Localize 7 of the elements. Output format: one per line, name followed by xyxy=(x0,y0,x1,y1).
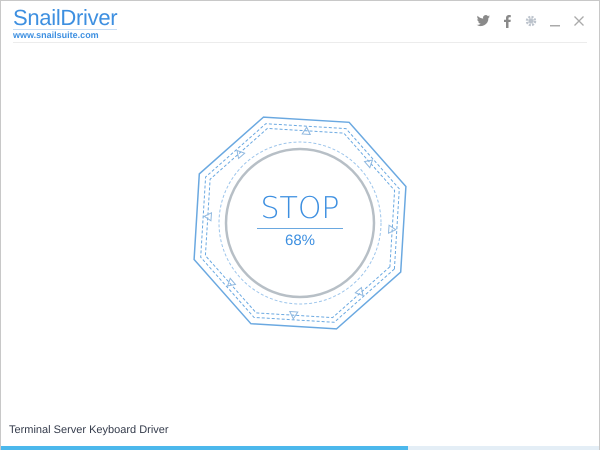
stop-button[interactable]: STOP xyxy=(256,192,344,226)
logo-text: SnailDriver xyxy=(13,7,118,29)
progress-percent: 68% xyxy=(284,232,316,248)
twitter-icon[interactable] xyxy=(475,13,491,29)
settings-icon[interactable] xyxy=(523,13,539,29)
website-link[interactable]: www.snailsuite.com xyxy=(13,29,118,40)
current-driver-text: Terminal Server Keyboard Driver xyxy=(8,424,170,438)
